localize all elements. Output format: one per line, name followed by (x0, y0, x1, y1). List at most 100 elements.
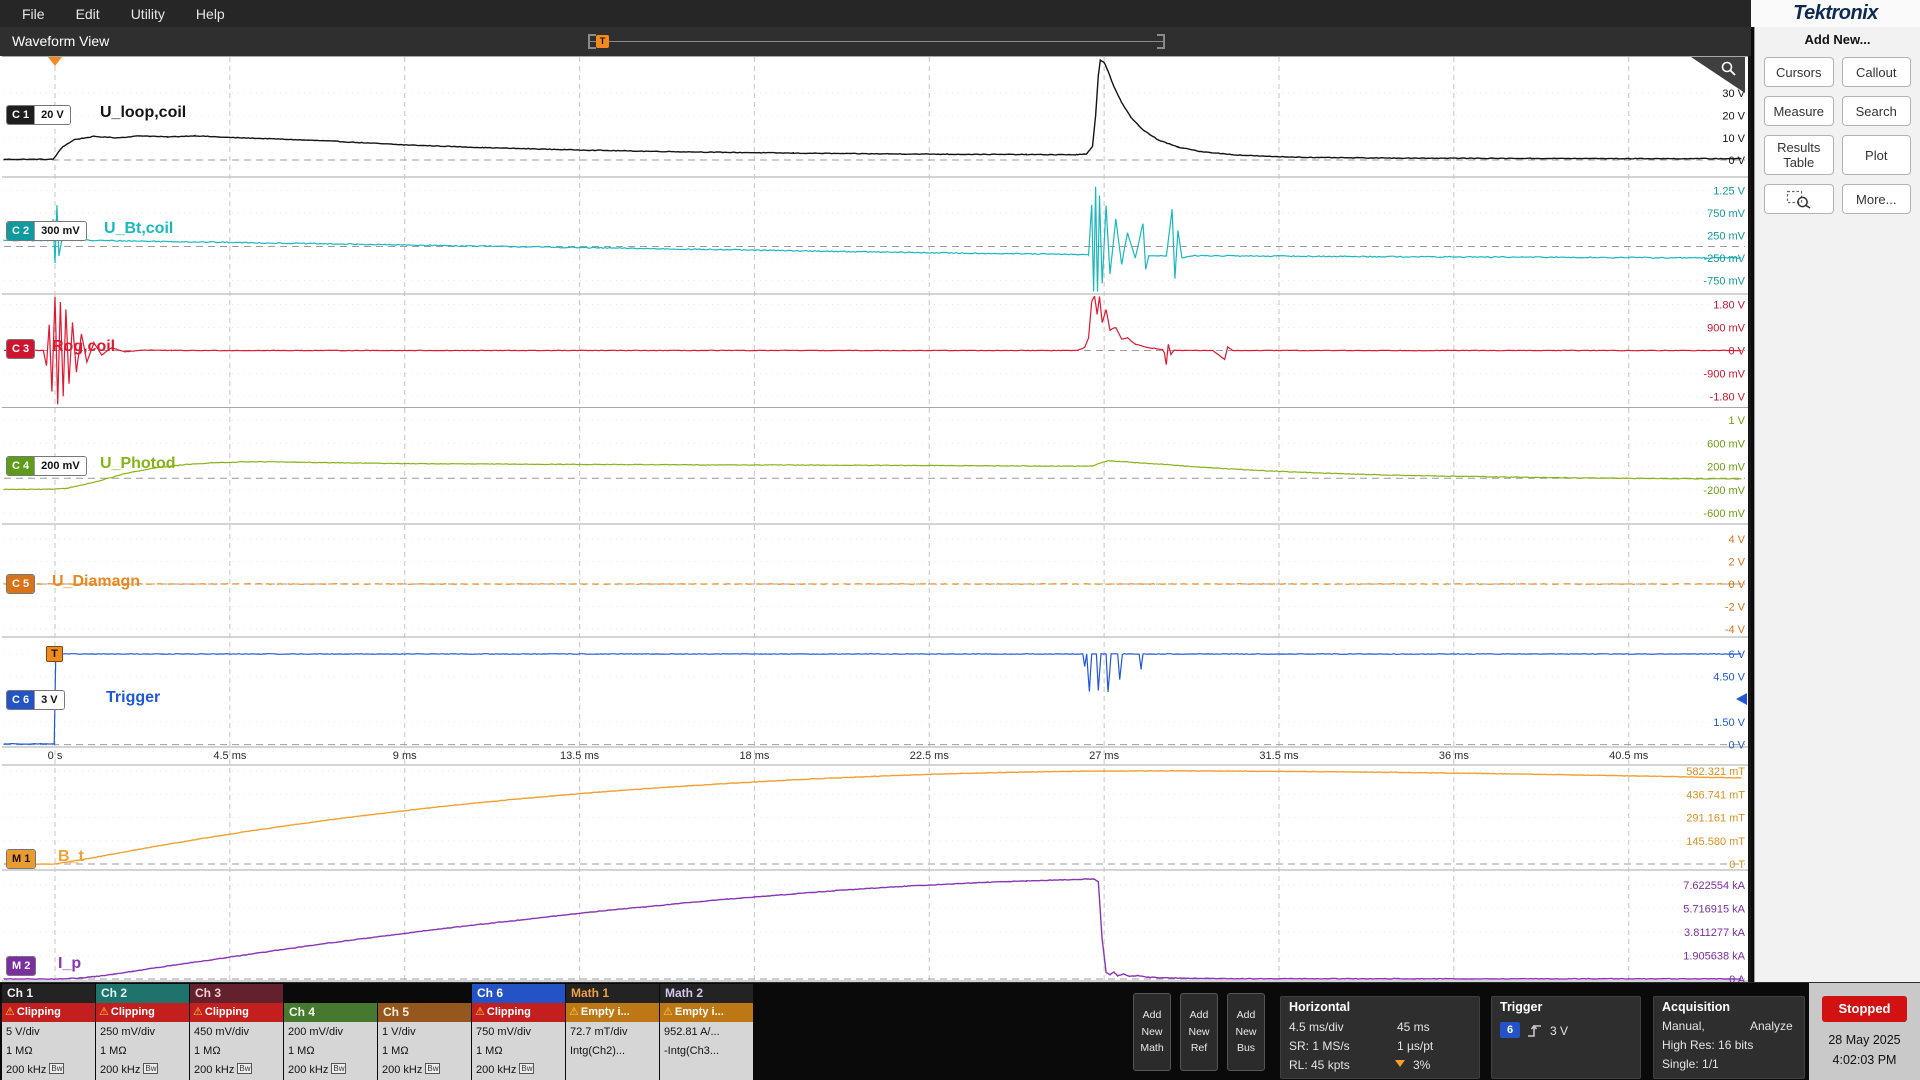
badge-value-row: 450 mV/div (194, 1023, 283, 1042)
menu-utility[interactable]: Utility (121, 6, 186, 22)
add-new-header: Add New... (1755, 32, 1920, 47)
warning-icon: ⚠ (193, 1006, 203, 1018)
callout-button[interactable]: Callout (1842, 57, 1912, 87)
search-button[interactable]: Search (1842, 96, 1912, 126)
badge-warning: ⚠Clipping (96, 1003, 189, 1022)
badge-title: Math 2 (660, 984, 753, 1003)
acquisition-resolution: High Res: 16 bits (1662, 1038, 1753, 1052)
channel-badge-c2[interactable]: C 2300 mV (6, 221, 87, 241)
channel-label-c3[interactable]: Rog,coil (52, 338, 115, 356)
bandwidth-limit-icon: Bw (49, 1063, 64, 1074)
right-sidebar: Add New... Cursors Callout Measure Search Re… (1754, 27, 1920, 982)
add-new-math-button[interactable]: Add New Math (1133, 993, 1171, 1071)
badge-ch-1[interactable]: Ch 1⚠Clipping5 V/div1 MΩ200 kHzBw (2, 984, 95, 1080)
badge-warning: ⚠Clipping (2, 1003, 95, 1022)
more-button[interactable]: More... (1842, 184, 1912, 214)
channel-scale-label: 3 V (34, 691, 64, 709)
trigger-level-arrow-icon[interactable] (1736, 693, 1747, 705)
bandwidth-limit-icon: Bw (331, 1063, 346, 1074)
horizontal-panel[interactable]: Horizontal 4.5 ms/div 45 ms SR: 1 MS/s 1… (1280, 996, 1480, 1079)
badge-values: 200 mV/div1 MΩ200 kHzBw (284, 1022, 377, 1080)
results-table-button[interactable]: Results Table (1764, 135, 1834, 175)
badge-value-row: 750 mV/div (476, 1023, 565, 1042)
record-view-scrollbar[interactable]: T (590, 34, 1163, 49)
channel-scale-label: 200 mV (34, 457, 86, 475)
channel-id-label: C 3 (7, 340, 34, 358)
badge-value-row: 200 kHzBw (382, 1061, 471, 1080)
badge-ch-2[interactable]: Ch 2⚠Clipping250 mV/div1 MΩ200 kHzBw (96, 984, 189, 1080)
measure-button[interactable]: Measure (1764, 96, 1834, 126)
menu-help[interactable]: Help (186, 6, 246, 22)
bandwidth-limit-icon: Bw (519, 1063, 534, 1074)
channel-id-label: C 2 (7, 222, 34, 240)
window-title: Waveform View (12, 33, 109, 49)
add-new-bus-button[interactable]: Add New Bus (1227, 993, 1265, 1071)
add-new-ref-button[interactable]: Add New Ref (1180, 993, 1218, 1071)
menu-items: FileEditUtilityHelp (12, 6, 246, 22)
zoom-mode-button[interactable] (1764, 184, 1834, 214)
oscilloscope-app: FileEditUtilityHelp Tektronix Waveform V… (0, 0, 1920, 1080)
tektronix-logo: Tektronix (1793, 2, 1878, 25)
channel-badge-c5[interactable]: C 5 (6, 574, 35, 594)
badge-math-1[interactable]: Math 1⚠Empty i...72.7 mT/divIntg(Ch2)... (566, 984, 659, 1080)
badge-title: Ch 4 (284, 1003, 377, 1022)
cursors-button[interactable]: Cursors (1764, 57, 1834, 87)
badge-ch-6[interactable]: Ch 6⚠Clipping750 mV/div1 MΩ200 kHzBw (472, 984, 565, 1080)
warning-icon: ⚠ (569, 1006, 579, 1018)
sample-rate: SR: 1 MS/s (1289, 1039, 1350, 1053)
channel-badge-c6[interactable]: C 63 V (6, 690, 65, 710)
run-status-block: Stopped 28 May 2025 4:02:03 PM (1809, 983, 1920, 1080)
badge-value-row: 200 kHzBw (476, 1061, 565, 1080)
menu-file[interactable]: File (12, 6, 66, 22)
acquisition-panel[interactable]: Acquisition Manual, Analyze High Res: 16… (1653, 996, 1805, 1079)
channel-label-c6[interactable]: Trigger (106, 689, 160, 707)
badge-value-row: 1 MΩ (382, 1042, 471, 1061)
channel-label-c2[interactable]: U_Bt,coil (104, 220, 173, 238)
channel-badge-c1[interactable]: C 120 V (6, 105, 71, 125)
channel-badge-c4[interactable]: C 4200 mV (6, 456, 87, 476)
sample-interval: 1 µs/pt (1397, 1039, 1433, 1053)
badge-ch-5[interactable]: Ch 51 V/div1 MΩ200 kHzBw (378, 984, 471, 1080)
rising-edge-icon (1526, 1022, 1544, 1042)
badge-value-row: 1 MΩ (288, 1042, 377, 1061)
trigger-panel[interactable]: Trigger 6 3 V (1491, 996, 1641, 1079)
horizontal-position-icon (1395, 1060, 1405, 1067)
badge-warning: ⚠Clipping (472, 1003, 565, 1022)
channel-badge-m2[interactable]: M 2 (6, 956, 36, 976)
badge-value-row: 1 MΩ (6, 1042, 95, 1061)
plot-button[interactable]: Plot (1842, 135, 1912, 175)
zoom-overlay-icon (1786, 190, 1812, 209)
badge-value-row: -Intg(Ch3... (664, 1042, 753, 1061)
badge-values: 5 V/div1 MΩ200 kHzBw (2, 1022, 95, 1080)
channel-label-c4[interactable]: U_Photod (100, 455, 176, 473)
menu-bar: FileEditUtilityHelp (0, 0, 1751, 27)
badge-value-row: 200 kHzBw (6, 1061, 95, 1080)
badge-value-row: 952.81 A/... (664, 1023, 753, 1042)
channel-scale-label: 300 mV (34, 222, 86, 240)
badge-ch-3[interactable]: Ch 3⚠Clipping450 mV/div1 MΩ200 kHzBw (190, 984, 283, 1080)
status-time: 4:02:03 PM (1809, 1053, 1920, 1067)
channel-label-m2[interactable]: I_p (58, 955, 81, 973)
badge-value-row: 72.7 mT/div (570, 1023, 659, 1042)
bandwidth-limit-icon: Bw (143, 1063, 158, 1074)
badge-ch-4[interactable]: Ch 4200 mV/div1 MΩ200 kHzBw (284, 984, 377, 1080)
record-view-trigger-handle[interactable]: T (596, 35, 609, 48)
record-view-right-bracket (1157, 34, 1165, 49)
channel-label-c5[interactable]: U_Diamagn (52, 573, 140, 591)
channel-label-c1[interactable]: U_loop,coil (100, 104, 186, 122)
trigger-source-t-icon[interactable]: T (46, 646, 63, 662)
waveform-plot-area: 0 s4.5 ms9 ms13.5 ms18 ms22.5 ms27 ms31.… (0, 56, 1751, 982)
trigger-source-badge: 6 (1500, 1022, 1520, 1038)
channel-label-m1[interactable]: B_t (58, 848, 84, 866)
trigger-position-marker-icon[interactable] (48, 57, 62, 66)
badge-warning: ⚠Clipping (190, 1003, 283, 1022)
channel-badge-c3[interactable]: C 3 (6, 339, 35, 359)
badge-value-row: 1 MΩ (194, 1042, 283, 1061)
badge-value-row: 1 V/div (382, 1023, 471, 1042)
badge-math-2[interactable]: Math 2⚠Empty i...952.81 A/...-Intg(Ch3..… (660, 984, 753, 1080)
channel-badge-m1[interactable]: M 1 (6, 849, 36, 869)
warning-icon: ⚠ (5, 1006, 15, 1018)
run-stop-button[interactable]: Stopped (1822, 996, 1907, 1022)
menu-edit[interactable]: Edit (66, 6, 121, 22)
badge-values: 250 mV/div1 MΩ200 kHzBw (96, 1022, 189, 1080)
